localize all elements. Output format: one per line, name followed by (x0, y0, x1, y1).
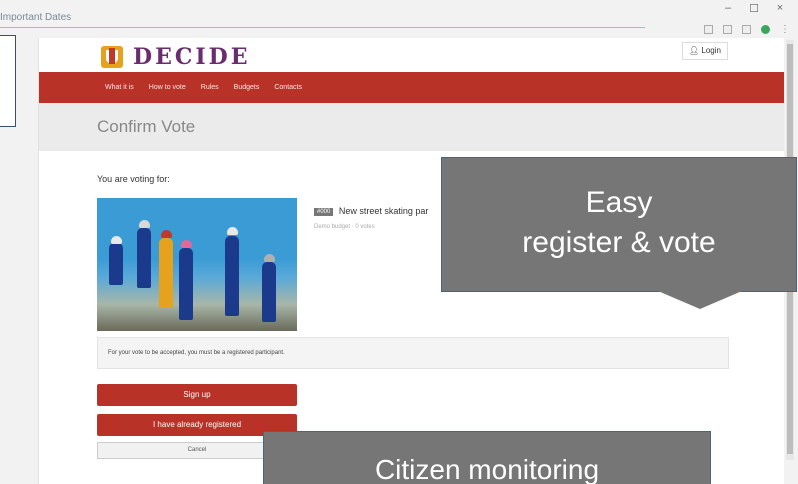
page-title-band: Confirm Vote (39, 103, 784, 151)
user-icon: 👤︎ (689, 46, 700, 55)
callout-citizen-monitoring: Citizen monitoring (263, 431, 711, 484)
more-menu-icon[interactable]: ⋮ (780, 24, 790, 35)
nav-item-what-it-is[interactable]: What it is (105, 84, 134, 91)
proposal-title-line[interactable]: #000 New street skating par (314, 206, 428, 216)
page-title: Confirm Vote (97, 117, 196, 136)
proposal-meta: Demo budget · 0 votes (314, 224, 375, 230)
helmet-figure (161, 230, 172, 238)
helmet-figure (111, 236, 122, 244)
maximize-button[interactable]: ☐ (748, 2, 760, 15)
proposal-image[interactable] (97, 198, 297, 331)
nav-item-contacts[interactable]: Contacts (274, 84, 302, 91)
browser-toolbar: ⋮ (704, 24, 790, 35)
signup-button[interactable]: Sign up (97, 384, 297, 406)
login-label: Login (701, 46, 721, 55)
callout-easy-line1: Easy (585, 186, 653, 219)
callout-easy-line2: register & vote (522, 226, 716, 259)
skater-figure (262, 262, 276, 322)
window-controls: – ☐ × (722, 2, 786, 15)
left-frame-decoration (0, 35, 16, 127)
extension-icon[interactable] (704, 25, 713, 34)
close-button[interactable]: × (774, 2, 786, 15)
registration-notice: For your vote to be accepted, you must b… (97, 337, 729, 369)
tab-underline (0, 27, 645, 28)
tabs-icon[interactable] (742, 25, 751, 34)
proposal-title[interactable]: New street skating par (339, 206, 429, 216)
helmet-figure (264, 254, 275, 262)
skater-figure (109, 243, 123, 285)
helmet-figure (227, 227, 238, 235)
main-nav: What it is How to vote Rules Budgets Con… (39, 72, 784, 103)
minimize-button[interactable]: – (722, 2, 734, 15)
proposal-badge: #000 (314, 207, 334, 216)
nav-item-budgets[interactable]: Budgets (234, 84, 260, 91)
callout-pointer (658, 291, 742, 309)
callout-easy-register: Easy register & vote (441, 157, 797, 309)
status-dot-icon[interactable] (761, 25, 770, 34)
nav-item-how-to-vote[interactable]: How to vote (149, 84, 186, 91)
skater-figure (137, 228, 151, 288)
login-button[interactable]: 👤︎ Login (682, 42, 728, 60)
site-header: DECIDE 👤︎ Login (39, 38, 784, 72)
helmet-figure (139, 220, 150, 228)
bookmark-icon[interactable] (723, 25, 732, 34)
logo-mark-icon (101, 46, 123, 68)
voting-label: You are voting for: (97, 174, 170, 184)
site-logo[interactable]: DECIDE (101, 44, 251, 70)
nav-item-rules[interactable]: Rules (201, 84, 219, 91)
skater-figure (159, 238, 173, 308)
tab-title[interactable]: Important Dates (0, 12, 71, 23)
helmet-figure (181, 240, 192, 248)
skater-figure (225, 236, 239, 316)
callout-monitor-text: Citizen monitoring (374, 454, 600, 484)
logo-text: DECIDE (133, 44, 251, 70)
skater-figure (179, 248, 193, 320)
